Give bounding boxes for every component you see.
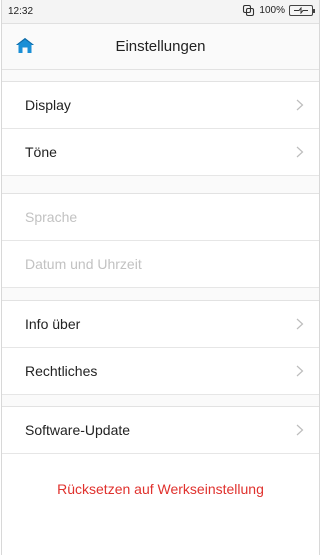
settings-item-label: Datum und Uhrzeit bbox=[25, 256, 142, 272]
settings-item-info[interactable]: Info über bbox=[2, 301, 319, 348]
section-divider bbox=[2, 176, 319, 194]
settings-item-sprache: Sprache bbox=[2, 194, 319, 241]
settings-screen: 12:32 100% Einstellungen Display Töne Sp… bbox=[1, 0, 320, 555]
status-bar: 12:32 100% bbox=[2, 0, 319, 24]
section-divider bbox=[2, 288, 319, 301]
settings-item-label: Display bbox=[25, 97, 71, 113]
chevron-right-icon bbox=[296, 424, 304, 436]
chevron-right-icon bbox=[296, 318, 304, 330]
settings-item-datum-uhrzeit: Datum und Uhrzeit bbox=[2, 241, 319, 288]
chevron-right-icon bbox=[296, 365, 304, 377]
status-indicators: 100% bbox=[242, 4, 315, 17]
settings-item-rechtliches[interactable]: Rechtliches bbox=[2, 348, 319, 395]
factory-reset-button[interactable]: Rücksetzen auf Werkseinstellung bbox=[57, 481, 264, 497]
settings-item-software-update[interactable]: Software-Update bbox=[2, 407, 319, 454]
settings-item-label: Software-Update bbox=[25, 422, 131, 438]
reset-section: Rücksetzen auf Werkseinstellung bbox=[2, 454, 319, 524]
status-time: 12:32 bbox=[8, 6, 34, 17]
settings-item-toene[interactable]: Töne bbox=[2, 129, 319, 176]
battery-charging-icon bbox=[289, 5, 315, 16]
battery-percent: 100% bbox=[259, 5, 285, 16]
section-divider bbox=[2, 395, 319, 407]
section-divider bbox=[2, 70, 319, 82]
chevron-right-icon bbox=[296, 99, 304, 111]
chevron-right-icon bbox=[296, 146, 304, 158]
settings-item-label: Rechtliches bbox=[25, 363, 98, 379]
settings-item-label: Töne bbox=[25, 144, 57, 160]
sync-icon bbox=[243, 4, 255, 17]
settings-item-label: Sprache bbox=[25, 209, 78, 225]
header: Einstellungen bbox=[2, 24, 319, 70]
settings-item-display[interactable]: Display bbox=[2, 82, 319, 129]
settings-item-label: Info über bbox=[25, 316, 81, 332]
page-title: Einstellungen bbox=[115, 38, 206, 55]
